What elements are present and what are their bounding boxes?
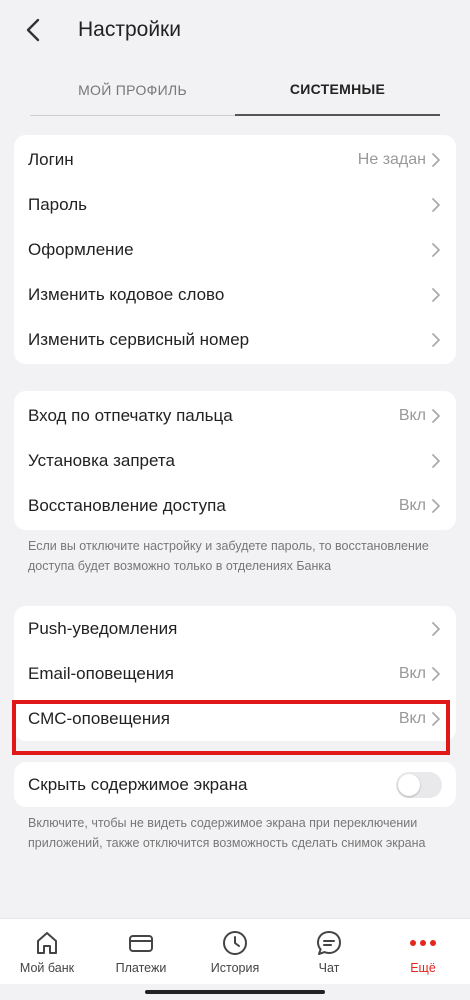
settings-row-restriction[interactable]: Установка запрета: [28, 438, 442, 483]
chevron-right-icon: [430, 242, 442, 258]
security-settings-card: Вход по отпечатку пальца Вкл Установка з…: [14, 391, 456, 530]
toggle-knob: [398, 773, 420, 796]
row-value: Вкл: [398, 709, 426, 727]
nav-label: Чат: [318, 960, 340, 975]
settings-row-email[interactable]: Email-оповещения Вкл: [28, 651, 442, 696]
hide-screen-note: Включите, чтобы не видеть содержимое экр…: [28, 816, 426, 850]
chevron-right-icon: [430, 197, 442, 213]
row-value: Вкл: [398, 496, 426, 514]
nav-my-bank[interactable]: Мой банк: [0, 919, 94, 984]
settings-row-sms[interactable]: СМС-оповещения Вкл: [28, 696, 442, 741]
home-icon: [37, 931, 57, 954]
nav-payments[interactable]: Платежи: [94, 919, 188, 984]
chevron-right-icon: [430, 152, 442, 168]
tab-system[interactable]: СИСТЕМНЫЕ: [235, 64, 440, 116]
row-value: Не задан: [357, 150, 426, 168]
back-arrow-icon[interactable]: [18, 15, 48, 45]
settings-row-appearance[interactable]: Оформление: [28, 227, 442, 272]
header-bar: Настройки: [0, 0, 470, 60]
more-dots-icon: [410, 939, 436, 946]
row-label: Изменить сервисный номер: [28, 329, 250, 349]
bottom-nav: Мой банк Платежи История Чат Ещё: [0, 918, 470, 984]
settings-row-code-word[interactable]: Изменить кодовое слово: [28, 272, 442, 317]
nav-history[interactable]: История: [188, 919, 282, 984]
nav-label: Платежи: [115, 960, 167, 975]
tab-my-profile[interactable]: МОЙ ПРОФИЛЬ: [30, 64, 235, 116]
settings-row-hide-screen: Скрыть содержимое экрана: [28, 762, 442, 807]
chat-icon: [317, 930, 341, 955]
nav-more[interactable]: Ещё: [376, 919, 470, 984]
home-indicator: [145, 990, 325, 994]
privacy-card: Скрыть содержимое экрана: [14, 762, 456, 807]
row-label: Push-уведомления: [28, 618, 178, 638]
settings-row-service-number[interactable]: Изменить сервисный номер: [28, 317, 442, 362]
chevron-right-icon: [430, 666, 442, 682]
settings-row-fingerprint[interactable]: Вход по отпечатку пальца Вкл: [28, 393, 442, 438]
row-label: Пароль: [28, 194, 87, 214]
row-value: Вкл: [398, 664, 426, 682]
row-label: Email-оповещения: [28, 663, 174, 683]
row-label: Установка запрета: [28, 450, 175, 470]
settings-row-password[interactable]: Пароль: [28, 182, 442, 227]
chevron-right-icon: [430, 408, 442, 424]
chevron-right-icon: [430, 621, 442, 637]
chevron-right-icon: [430, 453, 442, 469]
wallet-icon: [129, 934, 153, 952]
notifications-card: Push-уведомления Email-оповещения Вкл СМ…: [14, 606, 456, 741]
nav-label: Ещё: [410, 960, 436, 975]
account-settings-card: Логин Не задан Пароль Оформление Изменит…: [14, 135, 456, 364]
row-label: Изменить кодовое слово: [28, 284, 225, 304]
row-label: Оформление: [28, 239, 134, 259]
row-label: Вход по отпечатку пальца: [28, 405, 233, 425]
row-value: Вкл: [398, 406, 426, 424]
access-recovery-note: Если вы отключите настройку и забудете п…: [28, 539, 429, 573]
chevron-right-icon: [430, 711, 442, 727]
clock-icon: [223, 930, 247, 955]
row-label: СМС-оповещения: [28, 708, 170, 728]
row-label: Скрыть содержимое экрана: [28, 774, 248, 794]
row-label: Логин: [28, 149, 74, 169]
chevron-right-icon: [430, 287, 442, 303]
settings-tabs: МОЙ ПРОФИЛЬ СИСТЕМНЫЕ: [30, 64, 440, 116]
page-title: Настройки: [78, 18, 181, 41]
row-label: Восстановление доступа: [28, 495, 226, 515]
nav-chat[interactable]: Чат: [282, 919, 376, 984]
nav-label: Мой банк: [19, 960, 75, 975]
hide-screen-toggle[interactable]: [396, 771, 442, 798]
settings-row-login[interactable]: Логин Не задан: [28, 137, 442, 182]
settings-row-access-recovery[interactable]: Восстановление доступа Вкл: [28, 483, 442, 528]
chevron-right-icon: [430, 498, 442, 514]
settings-row-push[interactable]: Push-уведомления: [28, 606, 442, 651]
nav-label: История: [210, 960, 260, 975]
chevron-right-icon: [430, 332, 442, 348]
